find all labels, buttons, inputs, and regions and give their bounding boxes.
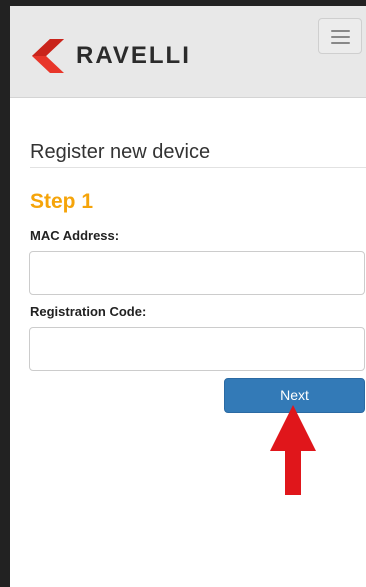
ravelli-flame-logo-icon [32,39,64,73]
page-title: Register new device [30,141,211,163]
registration-code-field[interactable] [29,327,365,371]
navbar: RAVELLI [10,6,366,98]
registration-code-label: Registration Code: [30,304,147,319]
mac-address-label: MAC Address: [30,228,120,243]
step-title: Step 1 [30,190,94,213]
mac-address-field[interactable] [29,251,365,295]
title-divider [30,167,366,168]
hamburger-menu-icon-bar [331,42,350,44]
hamburger-menu-icon [331,30,350,32]
brand-name: RAVELLI [76,42,191,69]
brand-logo[interactable]: RAVELLI [30,39,191,73]
hamburger-menu-button[interactable] [318,18,362,54]
hamburger-menu-icon-bar [331,36,350,38]
red-arrow-up-icon [270,405,316,495]
